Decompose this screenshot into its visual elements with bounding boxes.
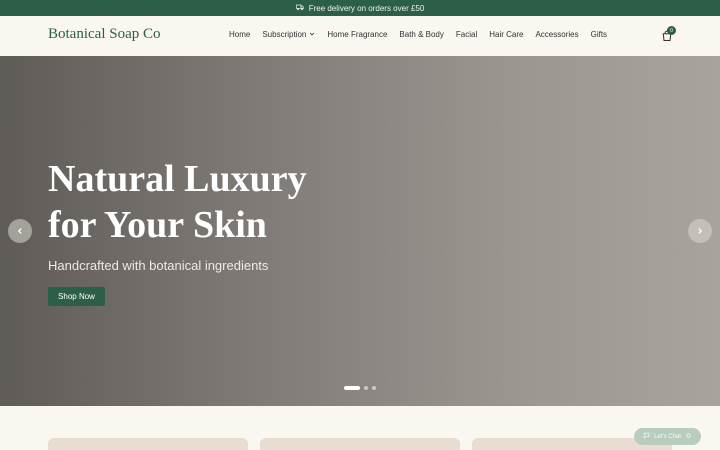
slide-dot[interactable] xyxy=(364,386,368,390)
nav-item-label: Accessories xyxy=(535,30,579,39)
sparkle-icon xyxy=(685,432,692,441)
nav-item-accessories[interactable]: Accessories xyxy=(535,30,578,39)
site-header: Botanical Soap Co Home Subscription Home… xyxy=(0,16,720,56)
site-logo[interactable]: Botanical Soap Co xyxy=(48,26,161,43)
nav-item-facial[interactable]: Facial xyxy=(456,30,477,39)
nav-item-label: Home Fragrance xyxy=(327,30,388,39)
slide-dot[interactable] xyxy=(372,386,376,390)
nav-item-home[interactable]: Home xyxy=(229,30,250,39)
category-card[interactable] xyxy=(48,438,248,450)
main-nav: Home Subscription Home Fragrance Bath & … xyxy=(229,30,619,39)
prev-slide-button[interactable] xyxy=(8,219,32,243)
nav-item-home-fragrance[interactable]: Home Fragrance xyxy=(327,30,387,39)
announcement-bar: Free delivery on orders over £50 xyxy=(0,0,720,16)
chevron-down-icon xyxy=(309,30,315,39)
chat-button[interactable]: Let's Chat xyxy=(634,428,701,445)
slide-dot[interactable] xyxy=(344,386,360,390)
nav-item-label: Bath & Body xyxy=(399,30,444,39)
nav-item-label: Hair Care xyxy=(489,30,524,39)
slide-indicators xyxy=(344,386,376,390)
cart-count-badge: 0 xyxy=(667,26,676,35)
announcement-text: Free delivery on orders over £50 xyxy=(308,3,425,13)
next-slide-button[interactable] xyxy=(688,219,712,243)
cart-button[interactable]: 0 xyxy=(661,26,676,43)
nav-item-label: Facial xyxy=(455,30,478,39)
category-card[interactable] xyxy=(260,438,460,450)
nav-item-bath-body[interactable]: Bath & Body xyxy=(399,30,443,39)
chevron-right-icon xyxy=(696,222,704,240)
nav-item-label: Gifts xyxy=(590,30,608,39)
hero-title: Natural Luxury for Your Skin xyxy=(48,158,307,246)
truck-icon xyxy=(295,3,304,13)
nav-item-subscription[interactable]: Subscription xyxy=(262,30,315,39)
nav-item-label: Subscription xyxy=(262,30,307,39)
nav-item-hair-care[interactable]: Hair Care xyxy=(489,30,523,39)
chat-label: Let's Chat xyxy=(654,433,681,440)
nav-item-gifts[interactable]: Gifts xyxy=(591,30,607,39)
nav-item-label: Home xyxy=(229,30,251,39)
chat-bubble-icon xyxy=(643,432,650,441)
chevron-left-icon xyxy=(16,222,24,240)
hero-slider: Natural Luxury for Your Skin Handcrafted… xyxy=(0,56,720,406)
hero-subtitle: Handcrafted with botanical ingredients xyxy=(48,258,269,273)
shop-now-button[interactable]: Shop Now xyxy=(48,287,105,306)
